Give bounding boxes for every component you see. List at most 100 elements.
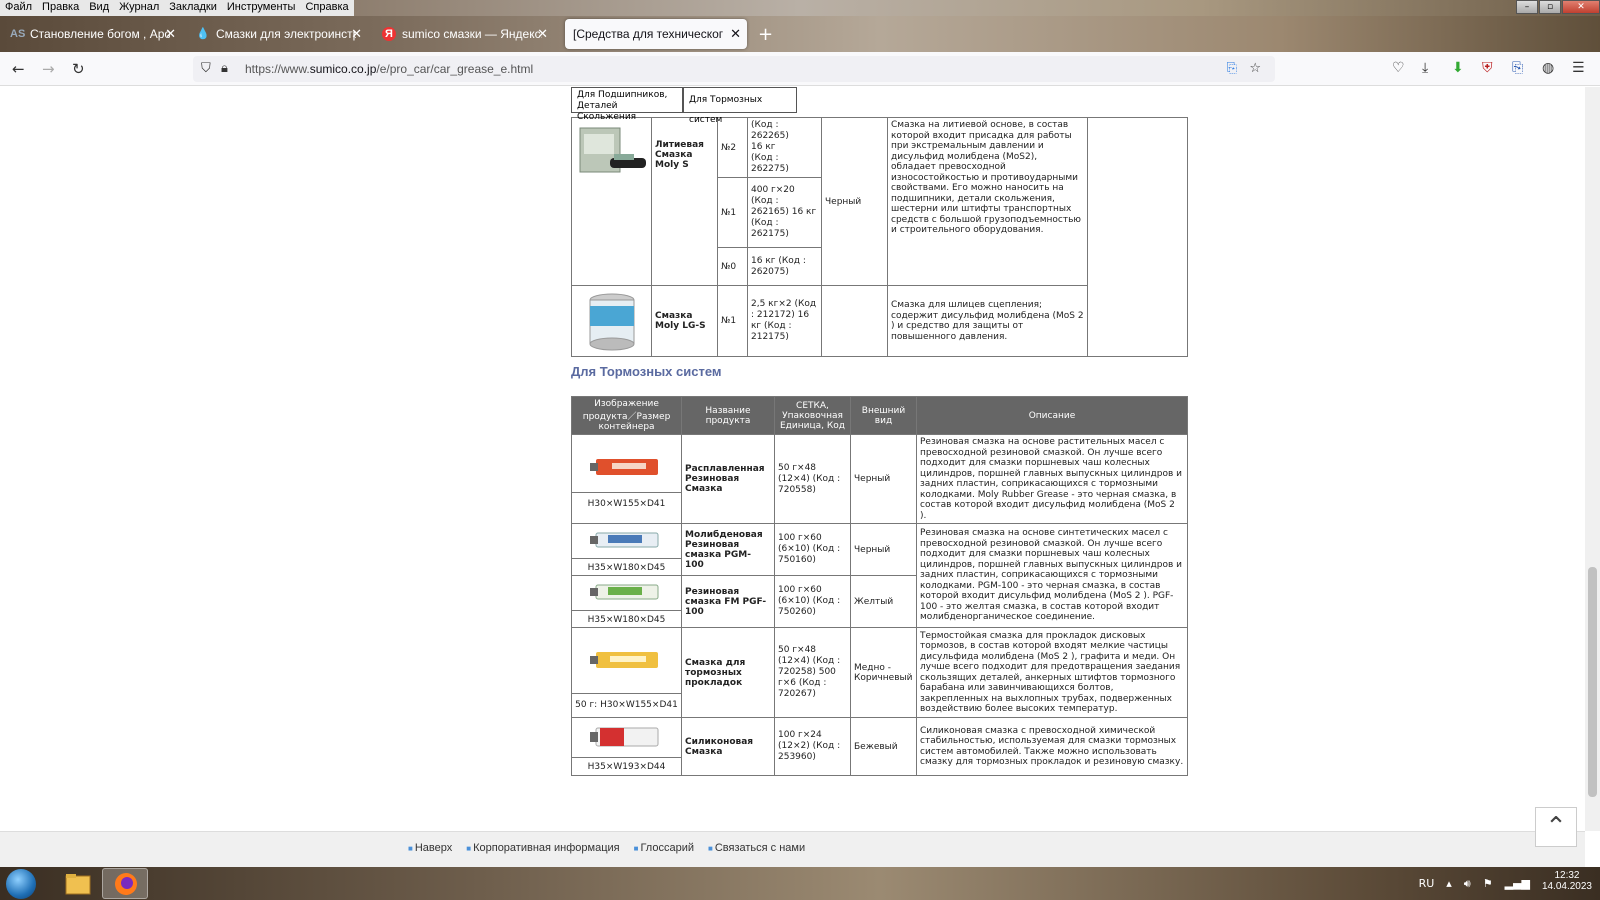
footer-link-glossary[interactable]: Глоссарий: [634, 842, 694, 854]
forward-arrow-icon[interactable]: →: [42, 60, 55, 78]
firefox-taskbar-icon[interactable]: [102, 868, 148, 899]
page-scrollbar[interactable]: [1585, 87, 1600, 831]
url-text[interactable]: https://www.sumico.co.jp/e/pro_car/car_g…: [245, 62, 533, 76]
tab-grease-tools[interactable]: 💧 Смазки для электроинструме ✕: [188, 19, 368, 49]
product-image-cell: H30×W155×D41: [571, 434, 682, 524]
tab-label: [Средства для технического обс: [573, 27, 723, 41]
address-bar[interactable]: ⛉ 🔒︎ https://www.sumico.co.jp/e/pro_car/…: [193, 56, 1275, 82]
tab-strip: AS Становление богом , Apotheo ✕ 💧 Смазк…: [0, 16, 1600, 52]
window-controls: – ▫ ✕: [1515, 0, 1600, 14]
menu-history[interactable]: Журнал: [114, 0, 164, 16]
minimize-button[interactable]: –: [1516, 0, 1538, 14]
menu-tools[interactable]: Инструменты: [222, 0, 301, 16]
product-description: Силиконовая смазка с превосходной химиче…: [916, 717, 1188, 776]
product-color: Медно - Коричневый: [850, 627, 917, 718]
lg-s-image-cell: [571, 285, 652, 357]
tab-sumico-active[interactable]: [Средства для технического обс ✕: [565, 19, 747, 49]
system-tray: RU ▴ 🔊︎ ⚑ ▂▄▆: [1407, 877, 1530, 891]
close-tab-icon[interactable]: ✕: [351, 26, 362, 42]
tab-yandex[interactable]: Я sumico смазки — Яндекс: нашл ✕: [374, 19, 554, 49]
product-image-cell: 50 г: H30×W155×D41: [571, 627, 682, 718]
bookmark-star-icon[interactable]: ☆: [1249, 61, 1261, 76]
lg-s-product-image: [589, 293, 634, 351]
language-indicator[interactable]: RU: [1419, 877, 1435, 891]
tab-label: Смазки для электроинструме: [216, 27, 356, 41]
menu-view[interactable]: Вид: [84, 0, 114, 16]
site-footer: Наверх Корпоративная информация Глоссари…: [0, 831, 1585, 867]
clock-date: 14.04.2023: [1541, 881, 1592, 892]
translator-extension-icon[interactable]: ⎘: [1512, 60, 1523, 76]
close-tab-icon[interactable]: ✕: [537, 26, 548, 42]
close-window-button[interactable]: ✕: [1562, 0, 1600, 14]
lg-s-name: Смазка Moly LG-S: [651, 285, 718, 357]
product-name: Резиновая смазка FM PGF-100: [681, 575, 775, 628]
table-row: H35×W180×D45 Молибденовая Резиновая смаз…: [571, 523, 1188, 628]
moly-s-color: Черный: [821, 117, 888, 286]
globe-icon[interactable]: ◍: [1542, 60, 1554, 76]
footer-link-corporate[interactable]: Корпоративная информация: [466, 842, 620, 854]
footer-link-contact[interactable]: Связаться с нами: [708, 842, 805, 854]
download-icon[interactable]: ⤓: [1422, 60, 1428, 76]
moly-s-no2-pack: (Код :262265) 16 кг (Код :262275): [747, 117, 822, 178]
explorer-taskbar-icon[interactable]: [54, 868, 100, 899]
clock[interactable]: 12:32 14.04.2023: [1542, 870, 1592, 892]
pgf100-tube-image: [589, 584, 658, 599]
product-color: Черный: [850, 523, 917, 576]
shield-icon[interactable]: ⛉: [201, 61, 211, 76]
product-name: Силиконовая Смазка: [681, 717, 775, 776]
footer-link-top[interactable]: Наверх: [408, 842, 452, 854]
extension-download-icon[interactable]: ⬇: [1452, 60, 1464, 76]
product-description: Резиновая смазка на основе синтетических…: [916, 523, 1188, 628]
tab-apotheosis[interactable]: AS Становление богом , Apotheo ✕: [2, 19, 182, 49]
subnav-bearings[interactable]: Для Подшипников, Деталей Скольжения: [571, 87, 683, 122]
section-title-brakes: Для Тормозных систем: [571, 364, 722, 379]
menu-items: Файл Правка Вид Журнал Закладки Инструме…: [0, 0, 354, 16]
grade-no1-lgs: №1: [717, 285, 748, 357]
pgm100-tube-image: [589, 532, 658, 547]
table-row: H35×W193×D44 Силиконовая Смазка 100 г×24…: [571, 717, 1188, 776]
container-size: H30×W155×D41: [572, 492, 681, 513]
header-description: Описание: [916, 396, 1188, 435]
product-image-cell: H35×W193×D44: [571, 717, 682, 776]
lg-s-color: [821, 285, 888, 357]
moly-s-product-image: [579, 127, 646, 173]
close-tab-icon[interactable]: ✕: [730, 26, 741, 42]
network-icon[interactable]: ▂▄▆: [1505, 877, 1530, 891]
product-image-cell: H35×W180×D45: [571, 523, 682, 576]
maximize-button[interactable]: ▫: [1539, 0, 1561, 14]
moly-s-description: Смазка на литиевой основе, в состав кото…: [887, 117, 1088, 286]
table-row: 50 г: H30×W155×D41 Смазка для тормозных …: [571, 627, 1188, 718]
product-color: Черный: [850, 434, 917, 524]
new-tab-button[interactable]: +: [758, 24, 773, 45]
subnav-brakes[interactable]: Для Тормозных систем: [683, 87, 797, 125]
menu-help[interactable]: Справка: [300, 0, 353, 16]
volume-icon[interactable]: 🔊︎: [1464, 877, 1471, 891]
hamburger-menu-icon[interactable]: ☰: [1572, 60, 1585, 76]
flag-icon[interactable]: ⚑: [1483, 877, 1493, 891]
tray-arrow-icon[interactable]: ▴: [1446, 877, 1452, 891]
menu-edit[interactable]: Правка: [37, 0, 84, 16]
product-pack: 50 г×48 (12×4) (Код : 720258) 500 г×6 (К…: [774, 627, 851, 718]
menu-file[interactable]: Файл: [0, 0, 37, 16]
container-size: H35×W180×D45: [572, 557, 681, 575]
close-tab-icon[interactable]: ✕: [165, 26, 176, 42]
lg-s-pack: 2,5 кг×2 (Код : 212172) 16 кг (Код : 212…: [747, 285, 822, 357]
reload-icon[interactable]: ↻: [72, 60, 85, 78]
ublock-icon[interactable]: ⛨: [1482, 60, 1493, 76]
scroll-to-top-button[interactable]: ⌃: [1535, 807, 1577, 847]
windows-taskbar: RU ▴ 🔊︎ ⚑ ▂▄▆ 12:32 14.04.2023: [0, 867, 1600, 900]
lock-icon[interactable]: 🔒︎: [221, 61, 228, 76]
pocket-icon[interactable]: ♡: [1392, 60, 1405, 76]
start-button-icon[interactable]: [6, 869, 36, 899]
translate-icon[interactable]: ⎘: [1227, 61, 1237, 76]
menu-bookmarks[interactable]: Закладки: [164, 0, 222, 16]
header-name: Название продукта: [681, 396, 775, 435]
scrollbar-thumb[interactable]: [1588, 567, 1597, 797]
rubber-grease-tube-image: [589, 459, 658, 475]
brake-systems-table: Изображение продукта／Размер контейнера Н…: [571, 396, 1188, 776]
yandex-icon: Я: [382, 27, 396, 41]
moly-s-no1-pack: 400 г×20 (Код : 262165) 16 кг (Код : 262…: [747, 177, 822, 248]
back-arrow-icon[interactable]: ←: [12, 60, 25, 78]
moly-s-no0-pack: 16 кг (Код : 262075): [747, 247, 822, 286]
tab-label: Становление богом , Apotheo: [30, 27, 170, 41]
